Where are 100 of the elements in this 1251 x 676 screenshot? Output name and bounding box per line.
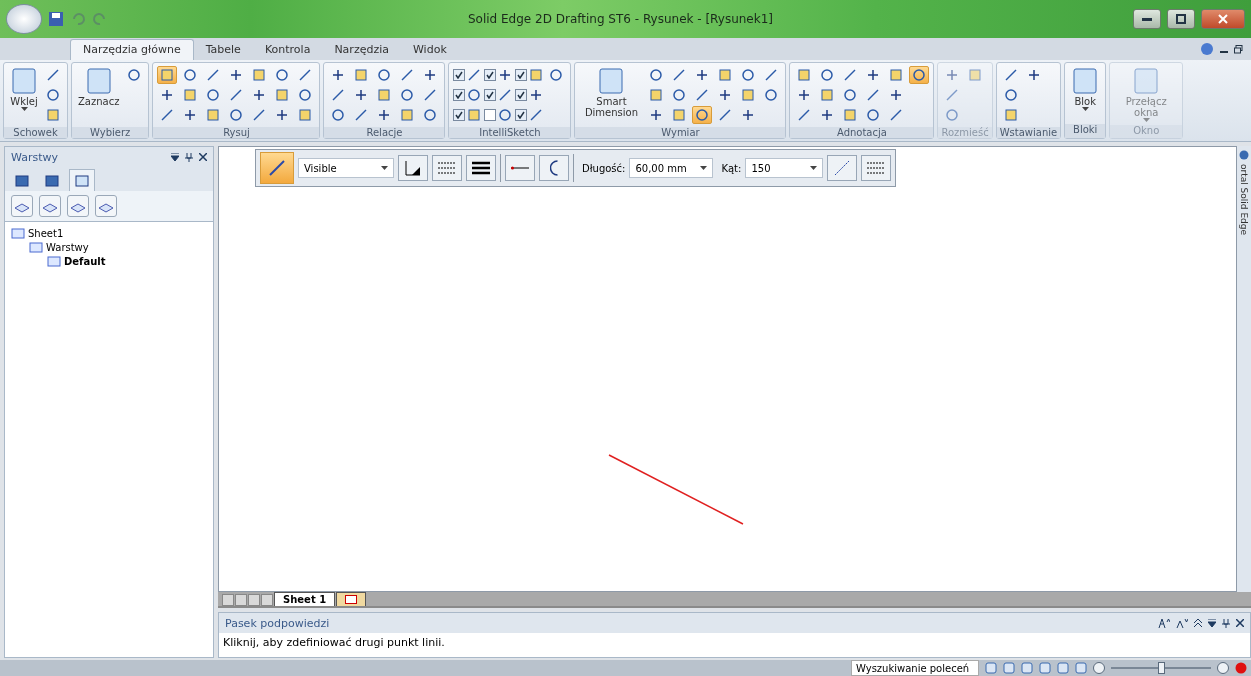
font-larger-icon[interactable]: [1158, 618, 1170, 628]
line-icon: [229, 88, 244, 102]
checkbox[interactable]: [515, 69, 528, 81]
cross-icon: [331, 68, 346, 82]
sheet-tab[interactable]: [336, 592, 367, 606]
tree-node-icon: [29, 241, 43, 253]
circle-icon: [498, 108, 513, 122]
font-smaller-icon[interactable]: [1176, 618, 1188, 628]
cross-icon: [820, 108, 835, 122]
checkbox[interactable]: [515, 89, 528, 101]
dropdown-icon[interactable]: [171, 153, 179, 161]
checkbox[interactable]: [484, 109, 497, 121]
line-style-button[interactable]: [432, 155, 462, 181]
maximize-icon: [1176, 14, 1186, 24]
save-icon[interactable]: [48, 11, 64, 27]
close-icon[interactable]: [1236, 619, 1244, 627]
pin-icon[interactable]: [1222, 618, 1230, 628]
line-icon: [331, 88, 346, 102]
drawing-canvas[interactable]: Visible Długość: 60,00 mm Kąt: 150: [218, 146, 1237, 592]
panel-tab[interactable]: [69, 169, 95, 191]
angle-label: Kąt:: [721, 162, 742, 174]
tree-item[interactable]: Warstwy: [46, 241, 89, 253]
line-icon: [843, 68, 858, 82]
sheet-tab[interactable]: Sheet 1: [274, 592, 336, 606]
checkbox[interactable]: [484, 69, 497, 81]
view-tool-icon[interactable]: [1057, 662, 1069, 674]
application-button[interactable]: [6, 4, 42, 34]
ribbon-tab[interactable]: Kontrola: [252, 40, 323, 60]
layer-tool-button[interactable]: [39, 195, 61, 217]
square-icon: [206, 108, 221, 122]
view-tool-icon[interactable]: [985, 662, 997, 674]
pin-icon[interactable]: [185, 152, 193, 162]
ribbon-large-button[interactable]: Zaznacz: [76, 66, 122, 124]
group-label: Rozmieść: [938, 127, 992, 138]
square-icon: [718, 68, 733, 82]
tool-icon: [1071, 66, 1100, 96]
circle-icon: [945, 108, 960, 122]
line-icon: [354, 108, 369, 122]
ribbon-tab[interactable]: Narzędzia główne: [70, 39, 194, 60]
layer-tool-button[interactable]: [11, 195, 33, 217]
collapse-icon[interactable]: [1194, 619, 1202, 627]
view-tool-icon[interactable]: [1039, 662, 1051, 674]
square-icon: [672, 108, 687, 122]
line-icon: [498, 88, 513, 102]
cross-icon: [649, 108, 664, 122]
tree-item[interactable]: Sheet1: [28, 227, 64, 239]
view-tool-icon[interactable]: [1075, 662, 1087, 674]
checkbox[interactable]: [453, 89, 466, 101]
checkbox[interactable]: [515, 109, 528, 121]
minimize-button[interactable]: [1133, 9, 1161, 29]
circle-icon: [820, 68, 835, 82]
cross-icon: [252, 88, 267, 102]
record-icon[interactable]: [1235, 662, 1247, 674]
zoom-out-button[interactable]: [1093, 662, 1105, 674]
checkbox[interactable]: [453, 69, 466, 81]
tree-item[interactable]: Default: [64, 255, 106, 267]
checkbox[interactable]: [453, 109, 466, 121]
command-search-field[interactable]: Wyszukiwanie poleceń: [851, 660, 979, 676]
circle-icon: [183, 68, 198, 82]
line-width-button[interactable]: [466, 155, 496, 181]
line-tool-button[interactable]: [260, 152, 294, 184]
ribbon-large-button[interactable]: Smart Dimension: [579, 66, 644, 124]
check-icon: [517, 111, 526, 119]
thick-lines-icon: [471, 161, 491, 175]
ribbon-large-button[interactable]: Wklej: [8, 66, 40, 124]
restore-icon[interactable]: [1234, 44, 1243, 54]
tool-button[interactable]: [692, 106, 713, 124]
checkbox[interactable]: [484, 89, 497, 101]
ribbon-tab[interactable]: Narzędzia: [322, 40, 401, 60]
line-style-button[interactable]: [861, 155, 892, 181]
line-icon: [298, 68, 313, 82]
color-button[interactable]: [398, 155, 428, 181]
help-icon[interactable]: [1200, 42, 1214, 56]
tool-button[interactable]: [157, 66, 178, 84]
layer-tool-button[interactable]: [67, 195, 89, 217]
length-field[interactable]: 60,00 mm: [629, 158, 714, 178]
layer-tool-button[interactable]: [95, 195, 117, 217]
ribbon-tab[interactable]: Tabele: [193, 40, 253, 60]
maximize-button[interactable]: [1167, 9, 1195, 29]
zoom-slider-thumb[interactable]: [1158, 662, 1165, 674]
view-tool-icon[interactable]: [1021, 662, 1033, 674]
zoom-in-button[interactable]: [1217, 662, 1229, 674]
dropdown-icon[interactable]: [1208, 619, 1216, 627]
line-mode-button[interactable]: [505, 155, 535, 181]
circle-icon: [206, 88, 221, 102]
check-icon: [517, 91, 526, 99]
square-icon: [968, 68, 983, 82]
line-icon: [252, 108, 267, 122]
close-icon[interactable]: [199, 153, 207, 161]
ribbon-tab[interactable]: Widok: [401, 40, 459, 60]
view-tool-icon[interactable]: [1003, 662, 1015, 674]
line-type-dropdown[interactable]: Visible: [298, 158, 394, 178]
circle-icon: [127, 68, 142, 82]
tool-button[interactable]: [909, 66, 930, 84]
ribbon-large-button[interactable]: Blok: [1069, 66, 1102, 121]
arc-mode-button[interactable]: [539, 155, 569, 181]
angle-field[interactable]: 150: [745, 158, 824, 178]
close-button[interactable]: [1201, 9, 1245, 29]
square-icon: [160, 68, 175, 82]
side-panel-tab[interactable]: ortal Solid Edge: [1237, 146, 1251, 592]
